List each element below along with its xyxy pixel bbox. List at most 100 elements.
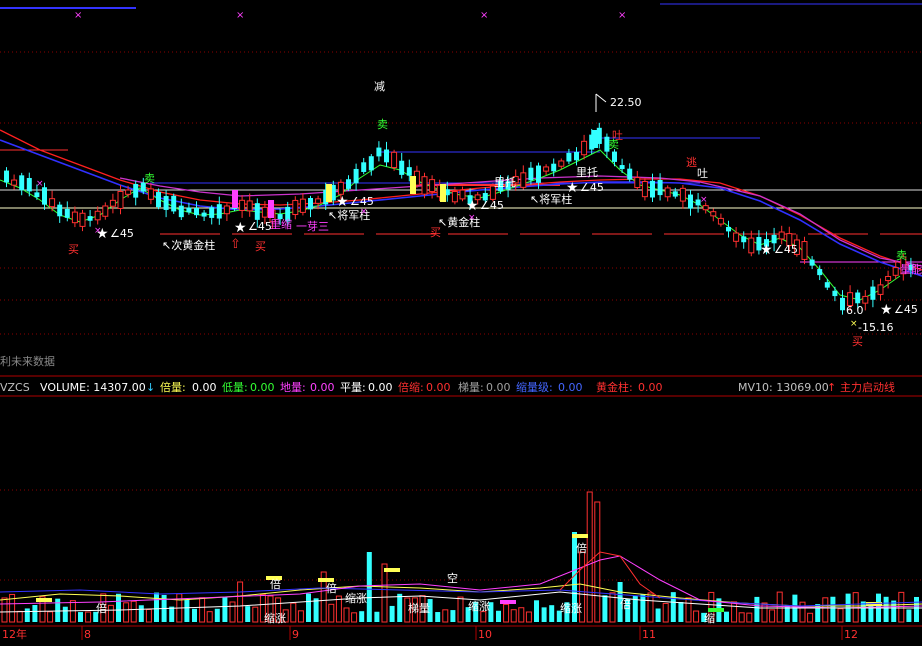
candle <box>109 199 116 207</box>
candle <box>619 165 625 170</box>
candle <box>49 198 56 208</box>
note-lituo-1: 里托 <box>494 175 516 189</box>
volume-bar <box>457 596 464 623</box>
candle <box>657 180 663 196</box>
candle <box>809 259 815 266</box>
highlight-candle <box>326 184 332 202</box>
note-lisuo: 里缩 <box>270 218 292 231</box>
candle <box>574 151 579 161</box>
indicator-vzcs: VZCS <box>0 381 30 394</box>
volume-marker <box>384 568 400 572</box>
candle <box>855 292 861 304</box>
candle <box>664 187 671 198</box>
candle <box>421 176 428 195</box>
candle <box>209 207 215 218</box>
candle <box>558 160 565 167</box>
vol-note-bei-5: 倍 <box>620 597 631 611</box>
volume-bar <box>252 606 259 623</box>
volume-bar <box>510 609 517 623</box>
svg-text:×: × <box>94 226 102 236</box>
candle <box>870 286 876 300</box>
indicator-pingliang-label: 平量: <box>340 381 366 394</box>
volume-bar <box>199 597 206 623</box>
volume-bar <box>154 592 159 622</box>
volume-bar <box>222 596 228 622</box>
volume-bar <box>24 608 30 622</box>
candle <box>42 187 47 205</box>
vol-note-kong: 空 <box>447 571 458 585</box>
note-jiangjunzhu-2: ↖将军柱 <box>530 192 572 206</box>
volume-bar <box>435 612 441 622</box>
volume-bar <box>799 601 806 623</box>
candle <box>748 237 755 254</box>
volume-bar <box>776 591 783 623</box>
candle <box>26 178 32 192</box>
volume-bar <box>107 604 114 623</box>
volume-bar <box>343 607 350 623</box>
candle <box>376 147 382 157</box>
note-sell-2: 卖 <box>377 118 388 131</box>
volume-bar <box>130 600 137 623</box>
svg-text:×: × <box>236 10 244 21</box>
indicator-beisuo-value: 0.00 <box>426 381 451 394</box>
candle <box>566 152 572 162</box>
volume-bar <box>442 609 449 623</box>
candle <box>254 203 260 220</box>
note-angle-5: ∠45 <box>580 181 604 194</box>
volume-bar <box>549 605 555 622</box>
svg-text:×: × <box>850 319 858 329</box>
time-label-dec: 12 <box>844 628 858 641</box>
volume-bar <box>678 602 684 622</box>
note-low-label: 6.0 <box>846 304 864 317</box>
indicator-zhuli-qidong: 主力启动线 <box>840 380 895 394</box>
volume-bar <box>389 605 395 622</box>
candle <box>840 297 845 311</box>
svg-text:⇧: ⇧ <box>230 237 241 252</box>
candle <box>337 181 344 195</box>
note-buy-1: 买 <box>68 243 79 256</box>
volume-bar <box>518 607 525 623</box>
svg-text:×: × <box>700 195 708 205</box>
svg-text:★: ★ <box>760 242 773 258</box>
svg-text:×: × <box>480 10 488 21</box>
vol-note-bei-1: 倍 <box>576 541 587 555</box>
volume-bar <box>746 612 753 623</box>
candle <box>520 172 527 188</box>
candle <box>171 195 177 212</box>
candle <box>801 241 808 260</box>
highlight-candle <box>268 200 274 218</box>
volume-marker <box>500 600 516 604</box>
note-angle-6: ∠45 <box>774 243 798 256</box>
volume-bar <box>381 563 388 623</box>
candle <box>536 165 541 183</box>
volume-bar <box>662 602 669 623</box>
candle <box>223 205 230 215</box>
volume-bar <box>145 609 152 623</box>
volume-marker <box>36 598 52 602</box>
candle <box>353 168 359 184</box>
volume-bar <box>206 611 213 623</box>
candle <box>634 177 641 189</box>
indicator-suoliangji-value: 0.00 <box>558 381 583 394</box>
volume-bar <box>693 610 700 623</box>
volume-bar <box>62 606 68 622</box>
vol-note-bei-2: 倍 <box>270 577 281 591</box>
candle <box>612 151 617 162</box>
candle <box>216 204 222 219</box>
volume-bar <box>769 609 776 623</box>
vol-note-suozhang-4: 缩涨 <box>560 602 582 615</box>
candle <box>261 206 268 218</box>
candle <box>163 196 169 210</box>
candle <box>156 192 161 208</box>
volume-bar <box>85 611 92 623</box>
indicator-huangjinzhu-label: 黄金柱: <box>596 380 633 394</box>
time-label-oct: 10 <box>478 628 492 641</box>
up-arrow-icon: ↑ <box>827 381 836 394</box>
volume-bar <box>229 601 236 623</box>
candle <box>239 199 246 211</box>
note-jian: 减 <box>374 80 385 93</box>
note-angle-4: ∠45 <box>480 199 504 212</box>
vol-note-suozhang-1: 缩涨 <box>345 592 367 605</box>
indicator-beiliang-label: 倍量: <box>160 380 186 394</box>
highlight-candle <box>232 190 238 208</box>
